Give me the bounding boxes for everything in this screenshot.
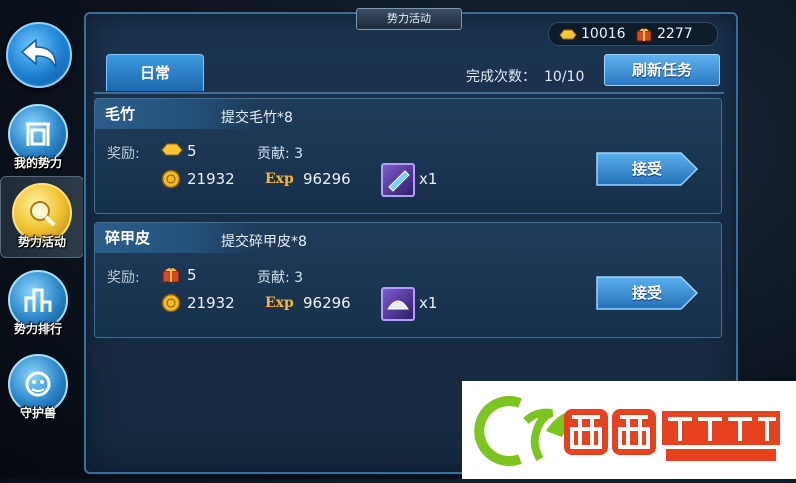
nav-faction-activity[interactable]: 势力活动 bbox=[0, 176, 84, 258]
reward-label: 奖励: bbox=[107, 270, 140, 286]
refresh-tasks-button[interactable]: 刷新任务 bbox=[604, 54, 720, 86]
currency-bar: 10016 2277 bbox=[548, 22, 718, 46]
reward-label: 奖励: bbox=[107, 146, 140, 162]
gold-amount: 10016 bbox=[581, 26, 626, 42]
reward-value: 5 bbox=[187, 266, 197, 284]
nav-my-faction[interactable]: 我的势力 bbox=[4, 104, 72, 176]
item-reward-icon[interactable] bbox=[381, 163, 415, 197]
gold-ingot-icon bbox=[161, 143, 183, 156]
accept-button[interactable]: 接受 bbox=[595, 275, 699, 311]
task-desc: 提交碎甲皮*8 bbox=[221, 234, 307, 250]
divider bbox=[94, 92, 724, 94]
nav-label: 我的势力 bbox=[13, 156, 62, 170]
exp-value: 96296 bbox=[303, 170, 351, 188]
task-desc: 提交毛竹*8 bbox=[221, 110, 293, 126]
item-reward-icon[interactable] bbox=[381, 287, 415, 321]
nav-guardian-beast[interactable]: 守护兽 bbox=[4, 354, 72, 426]
gift-amount: 2277 bbox=[657, 26, 693, 42]
gift-icon bbox=[162, 268, 180, 283]
exp-label: Exp bbox=[265, 171, 294, 187]
nav-label: 守护兽 bbox=[19, 406, 56, 420]
nav-label: 势力排行 bbox=[13, 322, 62, 336]
accept-label: 接受 bbox=[631, 160, 662, 178]
tab-daily[interactable]: 日常 bbox=[106, 54, 204, 91]
task-card: 碎甲皮 提交碎甲皮*8 奖励: 5 贡献: 3 21932 Exp 96296 … bbox=[94, 222, 722, 338]
task-card: 毛竹 提交毛竹*8 奖励: 5 贡献: 3 21932 Exp 96296 x1… bbox=[94, 98, 722, 214]
cr173-logo bbox=[474, 396, 780, 466]
item-quantity: x1 bbox=[419, 170, 438, 188]
completion-count: 完成次数： 10/10 bbox=[466, 66, 584, 86]
gold-reward: 21932 bbox=[187, 294, 235, 312]
coin-icon bbox=[161, 293, 181, 313]
coin-icon bbox=[161, 169, 181, 189]
accept-button[interactable]: 接受 bbox=[595, 151, 699, 187]
gold-reward: 21932 bbox=[187, 170, 235, 188]
reward-value: 5 bbox=[187, 142, 197, 160]
nav-label: 势力活动 bbox=[17, 235, 66, 249]
back-arrow-icon bbox=[20, 38, 57, 69]
back-button[interactable] bbox=[6, 22, 72, 88]
contribution: 贡献: 3 bbox=[257, 270, 304, 286]
completion-label: 完成次数： bbox=[466, 69, 536, 85]
panel-title: 势力活动 bbox=[356, 8, 462, 30]
exp-value: 96296 bbox=[303, 294, 351, 312]
gift-icon bbox=[636, 28, 652, 42]
side-nav: 我的势力 势力活动 势力排行 守护兽 bbox=[0, 0, 84, 479]
exp-label: Exp bbox=[265, 295, 294, 311]
accept-label: 接受 bbox=[631, 284, 662, 302]
completion-value: 10/10 bbox=[544, 69, 585, 85]
contribution: 贡献: 3 bbox=[257, 146, 304, 162]
watermark-logo bbox=[462, 381, 796, 479]
nav-faction-ranking[interactable]: 势力排行 bbox=[4, 270, 72, 342]
gold-ingot-icon bbox=[559, 29, 577, 40]
item-quantity: x1 bbox=[419, 294, 438, 312]
